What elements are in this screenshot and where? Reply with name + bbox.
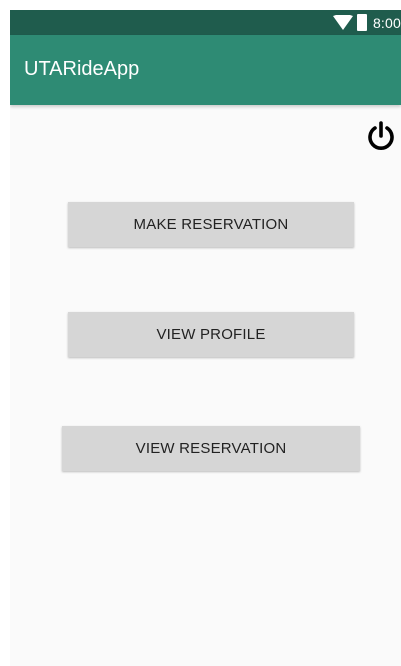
make-reservation-button[interactable]: MAKE RESERVATION: [68, 202, 354, 247]
power-icon[interactable]: [365, 120, 397, 152]
app-bar: UTARideApp: [10, 35, 401, 105]
status-bar: 8:00: [10, 10, 401, 35]
view-reservation-button[interactable]: VIEW RESERVATION: [62, 426, 360, 471]
wifi-icon: [332, 14, 353, 30]
app-title: UTARideApp: [24, 58, 140, 80]
phone-screen: 8:00 UTARideApp MAKE RESERVATION VIEW PR…: [10, 10, 401, 666]
status-time: 8:00: [372, 14, 401, 31]
status-icons: 8:00: [332, 13, 401, 32]
battery-icon: [356, 14, 367, 31]
view-profile-button[interactable]: VIEW PROFILE: [68, 312, 354, 357]
